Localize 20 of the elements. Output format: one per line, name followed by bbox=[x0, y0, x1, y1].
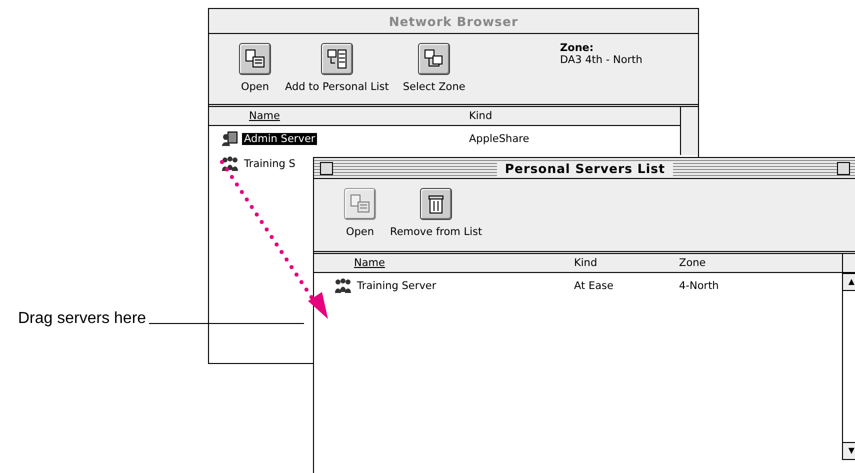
server-name[interactable]: Training Server bbox=[355, 280, 438, 292]
toolbar-button[interactable]: Add to Personal List bbox=[285, 43, 389, 93]
toolbar-button[interactable]: Select Zone bbox=[402, 43, 466, 93]
column-header[interactable]: Name bbox=[209, 110, 469, 122]
server-kind: AppleShare bbox=[469, 132, 530, 144]
server-zone: 4-North bbox=[679, 280, 720, 292]
window-title: Personal Servers List bbox=[496, 160, 674, 176]
server-name[interactable]: Admin Server bbox=[242, 132, 318, 144]
column-header[interactable]: Zone bbox=[679, 257, 842, 269]
callout-text: Drag servers here bbox=[18, 310, 146, 328]
toolbar-button[interactable]: Remove from List bbox=[390, 188, 482, 238]
toolbar-button[interactable]: Open bbox=[239, 43, 271, 93]
zone-label: Zone: bbox=[560, 42, 595, 54]
zone-name: DA3 4th - North bbox=[560, 54, 644, 66]
column-header[interactable]: Name bbox=[314, 257, 574, 269]
server-name[interactable]: Training S bbox=[242, 158, 298, 170]
column-header[interactable]: Kind bbox=[469, 110, 680, 122]
column-header[interactable]: Kind bbox=[574, 257, 679, 269]
server-kind: At Ease bbox=[574, 280, 614, 292]
scroll-bar[interactable]: ▲ ▼ bbox=[842, 273, 855, 460]
